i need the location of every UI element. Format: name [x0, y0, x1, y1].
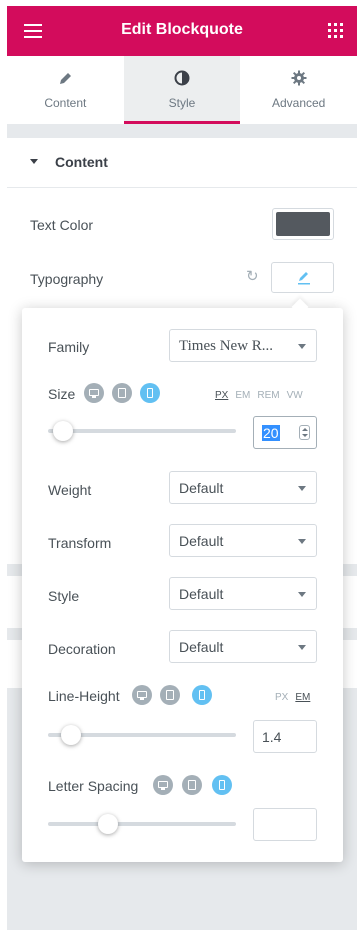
- panel-tabs: Content Style Advanced: [7, 56, 357, 124]
- typography-edit-button[interactable]: [271, 262, 334, 293]
- caret-down-icon: [30, 159, 38, 164]
- line-height-units: PX EM: [268, 692, 310, 703]
- tab-style[interactable]: Style: [123, 56, 241, 124]
- unit-px[interactable]: PX: [215, 390, 228, 401]
- tab-content-label: Content: [44, 96, 87, 110]
- text-color-picker[interactable]: [272, 208, 334, 240]
- transform-select[interactable]: Default: [169, 524, 317, 557]
- letter-spacing-input[interactable]: [253, 808, 317, 841]
- section-title: Content: [55, 154, 108, 170]
- weight-value: Default: [179, 480, 224, 496]
- letter-spacing-slider-handle[interactable]: [98, 814, 119, 834]
- reset-icon[interactable]: ↻: [246, 269, 260, 284]
- desktop-icon[interactable]: [84, 383, 104, 403]
- letter-spacing-label: Letter Spacing: [48, 778, 139, 794]
- typography-popover: Family Times New R... Size PX EM REM VW 20 …: [22, 308, 343, 862]
- pencil-icon: [60, 73, 72, 84]
- unit-rem[interactable]: REM: [257, 390, 279, 401]
- tablet-icon[interactable]: [112, 383, 132, 403]
- weight-select[interactable]: Default: [169, 471, 317, 504]
- tab-style-label: Style: [168, 96, 196, 110]
- style-value: Default: [179, 586, 224, 602]
- tab-divider: [7, 124, 357, 138]
- tab-advanced-label: Advanced: [271, 96, 326, 110]
- size-label: Size: [48, 386, 76, 402]
- typography-label: Typography: [30, 271, 104, 287]
- gear-icon: [291, 70, 307, 86]
- size-slider-handle[interactable]: [53, 421, 74, 441]
- section-content-toggle[interactable]: Content: [7, 138, 357, 188]
- chevron-down-icon: [298, 539, 306, 544]
- decoration-select[interactable]: Default: [169, 630, 317, 663]
- pencil-icon: [298, 272, 310, 285]
- style-label: Style: [48, 588, 80, 604]
- size-units: PX EM REM VW: [208, 390, 303, 401]
- spinner-icon[interactable]: [299, 425, 310, 440]
- tab-content[interactable]: Content: [7, 56, 124, 124]
- color-swatch-fill: [276, 212, 330, 236]
- tablet-icon[interactable]: [182, 775, 202, 795]
- tab-advanced[interactable]: Advanced: [240, 56, 357, 124]
- line-height-label: Line-Height: [48, 688, 120, 704]
- desktop-icon[interactable]: [132, 685, 152, 705]
- decoration-value: Default: [179, 639, 224, 655]
- chevron-down-icon: [298, 344, 306, 349]
- style-select[interactable]: Default: [169, 577, 317, 610]
- half-circle-icon: [174, 70, 190, 86]
- family-value: Times New R...: [179, 338, 274, 354]
- editor-header: Edit Blockquote: [7, 6, 357, 56]
- mobile-icon[interactable]: [192, 685, 212, 705]
- decoration-label: Decoration: [48, 641, 116, 657]
- letter-spacing-slider-track[interactable]: [48, 822, 236, 826]
- unit-px[interactable]: PX: [275, 692, 288, 703]
- line-height-input[interactable]: 1.4: [253, 720, 317, 753]
- chevron-down-icon: [298, 592, 306, 597]
- line-height-slider-handle[interactable]: [60, 725, 81, 745]
- mobile-icon[interactable]: [212, 775, 232, 795]
- grid-icon[interactable]: [328, 23, 343, 38]
- chevron-down-icon: [298, 645, 306, 650]
- desktop-icon[interactable]: [153, 775, 173, 795]
- family-label: Family: [48, 339, 90, 355]
- transform-value: Default: [179, 533, 224, 549]
- weight-label: Weight: [48, 482, 92, 498]
- transform-label: Transform: [48, 535, 112, 551]
- line-height-value: 1.4: [262, 729, 282, 745]
- tablet-icon[interactable]: [160, 685, 180, 705]
- family-select[interactable]: Times New R...: [169, 329, 317, 362]
- mobile-icon[interactable]: [140, 383, 160, 403]
- unit-vw[interactable]: VW: [287, 390, 303, 401]
- chevron-down-icon: [298, 486, 306, 491]
- panel-title: Edit Blockquote: [121, 21, 243, 38]
- text-color-label: Text Color: [30, 217, 94, 233]
- unit-em[interactable]: EM: [235, 390, 250, 401]
- size-input[interactable]: 20: [253, 416, 317, 449]
- unit-em[interactable]: EM: [295, 692, 310, 703]
- size-slider-track[interactable]: [48, 429, 236, 433]
- size-value: 20: [262, 425, 280, 441]
